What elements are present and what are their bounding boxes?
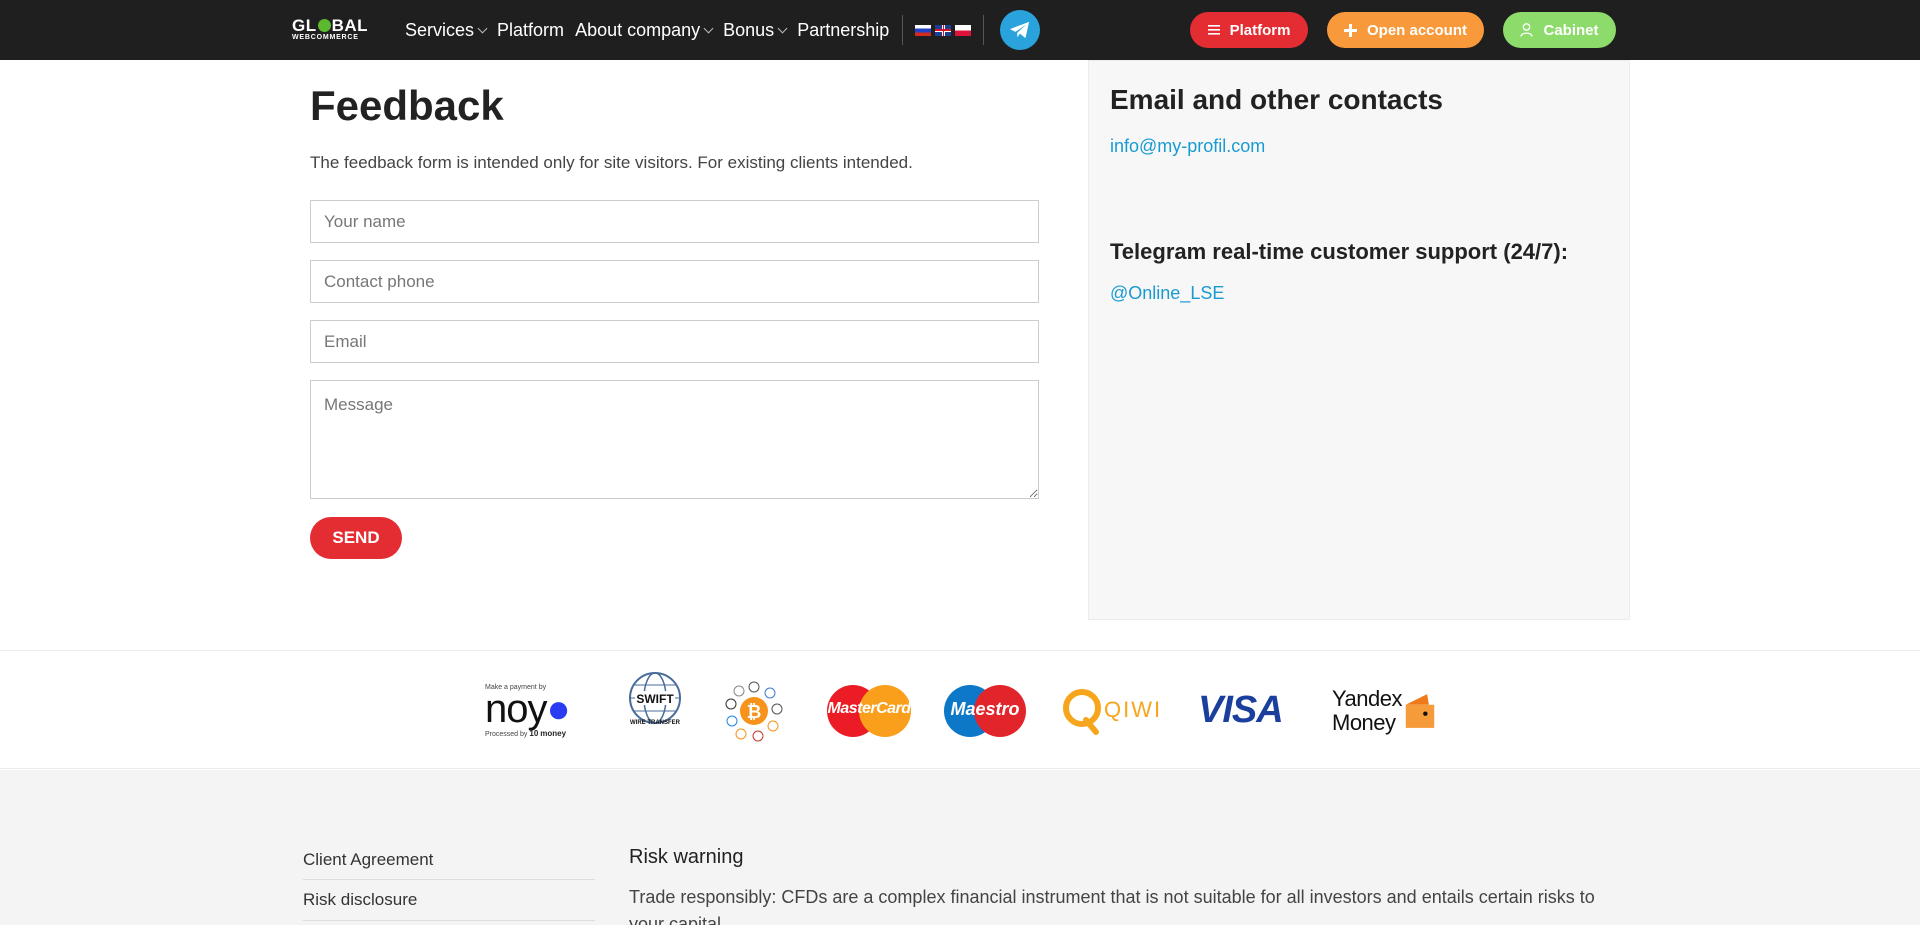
noy-money: money <box>540 728 567 738</box>
plus-icon <box>1343 23 1357 37</box>
logo[interactable]: GL BAL WEBCOMMERCE <box>292 17 372 41</box>
nav-label: About company <box>575 19 701 40</box>
visa-text: VISA <box>1198 689 1284 731</box>
nav-label: Partnership <box>797 19 890 40</box>
noy-wordmark: noy <box>485 686 547 731</box>
yandex-money-logo: Yandex Money <box>1332 651 1436 770</box>
telegram-support-heading: Telegram real-time customer support (24/… <box>1110 239 1569 264</box>
footer-link-client-agreement[interactable]: Client Agreement <box>303 839 595 880</box>
cabinet-button[interactable]: Cabinet <box>1503 12 1616 48</box>
platform-button[interactable]: Platform <box>1190 12 1308 48</box>
nav-item-bonus[interactable]: Bonus <box>723 19 788 41</box>
risk-warning-heading: Risk warning <box>629 846 744 868</box>
nav-label: Platform <box>497 19 565 40</box>
chevron-down-icon <box>477 23 488 33</box>
uk-flag-icon[interactable] <box>935 24 952 36</box>
name-input[interactable] <box>310 200 1039 243</box>
logo-text: GL <box>292 16 317 35</box>
swift-text: SWIFT <box>636 692 674 706</box>
send-button[interactable]: SEND <box>310 517 402 559</box>
crypto-logo: ₿ <box>724 651 784 770</box>
nav-divider <box>902 15 904 45</box>
swift-subtext: WIRE TRANSFER <box>630 720 680 726</box>
telegram-icon <box>1010 21 1030 39</box>
poland-flag-icon[interactable] <box>955 24 972 36</box>
language-switcher <box>915 24 972 36</box>
svg-text:₿: ₿ <box>747 702 762 722</box>
footer-link-risk-disclosure[interactable]: Risk disclosure <box>303 880 595 921</box>
top-navbar: GL BAL WEBCOMMERCE Services Platform Abou… <box>0 0 1920 60</box>
nav-item-partnership[interactable]: Partnership <box>797 20 889 41</box>
open-account-button[interactable]: Open account <box>1327 12 1484 48</box>
footer-links: Client Agreement Risk disclosure <box>303 839 595 921</box>
logo-subtitle: WEBCOMMERCE <box>292 34 359 41</box>
nav-divider <box>983 15 985 45</box>
swift-logo: SWIFT WIRE TRANSFER <box>627 651 683 770</box>
contact-email-link[interactable]: info@my-profil.com <box>1110 136 1265 157</box>
nav-item-about-company[interactable]: About company <box>575 19 714 41</box>
nav-label: Bonus <box>723 19 775 40</box>
feedback-intro: The feedback form is intended only for s… <box>310 153 913 172</box>
maestro-logo: Maestro <box>944 651 1026 770</box>
russia-flag-icon[interactable] <box>915 24 932 36</box>
telegram-button[interactable] <box>1000 10 1041 50</box>
payment-methods: Make a payment by noy● Processed by 10 m… <box>0 650 1920 769</box>
bitcoin-icon: ₿ <box>725 681 783 741</box>
mastercard-logo: MasterCard <box>827 651 911 770</box>
message-textarea[interactable] <box>310 380 1039 499</box>
contacts-title: Email and other contacts <box>1110 84 1443 115</box>
noy-processed: Processed by <box>485 730 528 738</box>
open-account-label: Open account <box>1366 21 1467 39</box>
wallet-icon <box>1405 693 1435 728</box>
footer: Client Agreement Risk disclosure Risk wa… <box>0 770 1920 925</box>
telegram-handle-link[interactable]: @Online_LSE <box>1110 283 1224 304</box>
nav-label: Services <box>405 19 475 40</box>
money-text: Money <box>1332 709 1396 735</box>
user-icon <box>1520 23 1534 37</box>
logo-text-end: BAL <box>331 16 369 35</box>
yandex-text: Yandex <box>1332 685 1402 711</box>
nav-item-services[interactable]: Services <box>405 19 488 41</box>
chevron-down-icon <box>777 23 788 33</box>
contacts-panel: Email and other contacts info@my-profil.… <box>1088 60 1630 620</box>
globe-icon <box>317 19 331 32</box>
phone-input[interactable] <box>310 260 1039 303</box>
noy-logo: Make a payment by noy● Processed by 10 m… <box>485 651 590 770</box>
nav-item-platform[interactable]: Platform <box>497 20 564 41</box>
qiwi-logo: QIWI <box>1062 651 1160 770</box>
page-title: Feedback <box>310 82 504 129</box>
platform-button-label: Platform <box>1229 21 1291 39</box>
main-nav: Services Platform About company Bonus Pa… <box>405 0 1041 60</box>
qiwi-text: QIWI <box>1104 697 1163 722</box>
maestro-text: Maestro <box>950 698 1020 719</box>
noy-dot-icon: ● <box>546 686 571 731</box>
menu-icon <box>1207 25 1220 35</box>
visa-logo: VISA <box>1198 651 1290 770</box>
email-input[interactable] <box>310 320 1039 363</box>
cabinet-label: Cabinet <box>1543 21 1599 39</box>
chevron-down-icon <box>703 23 714 33</box>
risk-warning-text: Trade responsibly: CFDs are a complex fi… <box>629 887 1595 925</box>
mastercard-text: MasterCard <box>827 699 911 717</box>
